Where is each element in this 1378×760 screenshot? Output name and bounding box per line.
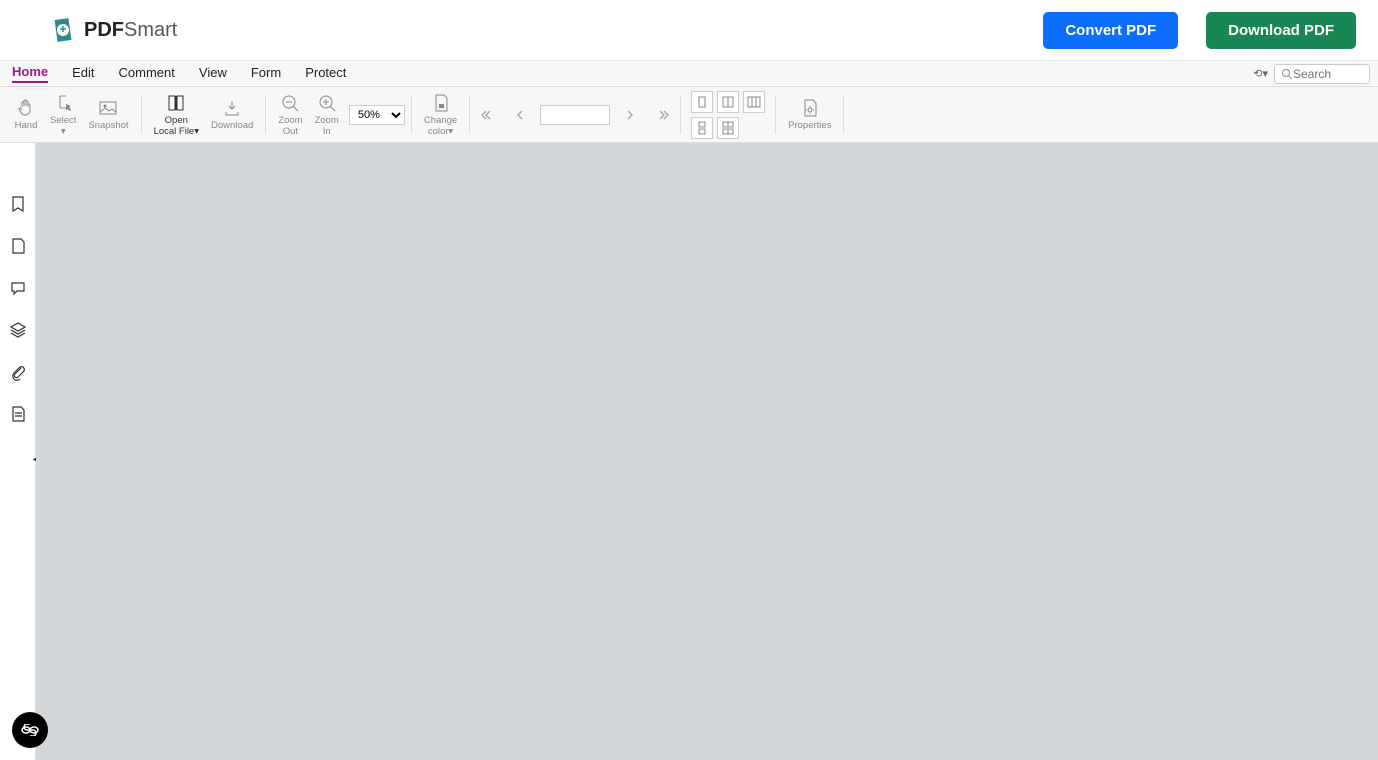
search-icon (1281, 68, 1293, 80)
layers-panel-icon[interactable] (9, 321, 27, 339)
change-color-label: Change color▾ (424, 116, 457, 137)
tab-comment[interactable]: Comment (119, 65, 175, 82)
tab-view[interactable]: View (199, 65, 227, 82)
separator (411, 96, 412, 134)
link-icon (21, 724, 39, 736)
zoom-mode-icon[interactable]: ⟲▾ (1253, 67, 1268, 80)
view-continuous[interactable] (691, 117, 713, 139)
header: PDFSmart Convert PDF Download PDF (0, 0, 1378, 61)
view-continuous-facing[interactable] (717, 117, 739, 139)
tab-edit[interactable]: Edit (72, 65, 94, 82)
separator (141, 96, 142, 134)
properties-label: Properties (788, 121, 831, 131)
page-input[interactable] (540, 105, 610, 125)
select-label: Select▾ (50, 116, 76, 137)
properties-icon (799, 97, 821, 119)
change-color-icon (430, 92, 452, 114)
tab-form[interactable]: Form (251, 65, 281, 82)
open-tool[interactable]: OpenLocal File▾ (148, 92, 205, 137)
tab-protect[interactable]: Protect (305, 65, 346, 82)
view-single-page[interactable] (691, 91, 713, 113)
snapshot-icon (97, 97, 119, 119)
toolbar: Hand Select▾ Snapshot OpenLocal File▾ Do… (0, 87, 1378, 143)
zoom-in-icon (316, 92, 338, 114)
separator (775, 96, 776, 134)
view-cover-facing[interactable] (743, 91, 765, 113)
comments-panel-icon[interactable] (9, 279, 27, 297)
select-tool[interactable]: Select▾ (44, 92, 82, 137)
first-page-button[interactable] (476, 103, 500, 127)
separator (680, 96, 681, 134)
snapshot-tool[interactable]: Snapshot (82, 97, 134, 131)
view-mode-grid (691, 91, 765, 139)
attachments-panel-icon[interactable] (9, 363, 27, 381)
zoom-in-label: Zoom In (315, 116, 339, 137)
logo-icon (50, 17, 76, 43)
help-fab[interactable] (12, 712, 48, 748)
zoom-select[interactable]: 50% (349, 105, 405, 125)
download-pdf-button[interactable]: Download PDF (1206, 12, 1356, 49)
separator (265, 96, 266, 134)
snapshot-label: Snapshot (88, 121, 128, 131)
open-icon (165, 92, 187, 114)
bookmark-panel-icon[interactable] (9, 195, 27, 213)
main-area: ◂ (0, 143, 1378, 760)
tab-bar: Home Edit Comment View Form Protect ⟲▾ (0, 61, 1378, 87)
prev-page-button[interactable] (508, 103, 532, 127)
properties-tool[interactable]: Properties (782, 97, 837, 131)
view-facing[interactable] (717, 91, 739, 113)
header-buttons: Convert PDF Download PDF (1043, 12, 1356, 49)
pages-panel-icon[interactable] (9, 237, 27, 255)
zoom-in-tool[interactable]: Zoom In (309, 92, 345, 137)
last-page-button[interactable] (650, 103, 674, 127)
form-fields-panel-icon[interactable] (9, 405, 27, 423)
separator (843, 96, 844, 134)
download-icon (221, 97, 243, 119)
zoom-out-label: Zoom Out (278, 116, 302, 137)
tabs-right: ⟲▾ (1253, 64, 1370, 84)
search-input[interactable] (1293, 67, 1359, 81)
hand-icon (15, 97, 37, 119)
hand-tool[interactable]: Hand (8, 97, 44, 131)
search-box[interactable] (1274, 64, 1370, 84)
next-page-button[interactable] (618, 103, 642, 127)
convert-pdf-button[interactable]: Convert PDF (1043, 12, 1178, 49)
zoom-out-tool[interactable]: Zoom Out (272, 92, 308, 137)
tab-home[interactable]: Home (12, 64, 48, 83)
logo-text: PDFSmart (84, 19, 177, 42)
select-icon (52, 92, 74, 114)
hand-label: Hand (15, 121, 38, 131)
document-canvas[interactable] (36, 143, 1378, 760)
change-color-tool[interactable]: Change color▾ (418, 92, 463, 137)
zoom-out-icon (279, 92, 301, 114)
download-label: Download (211, 121, 253, 131)
open-label: OpenLocal File▾ (154, 116, 199, 137)
download-tool[interactable]: Download (205, 97, 259, 131)
logo[interactable]: PDFSmart (50, 17, 177, 43)
separator (469, 96, 470, 134)
